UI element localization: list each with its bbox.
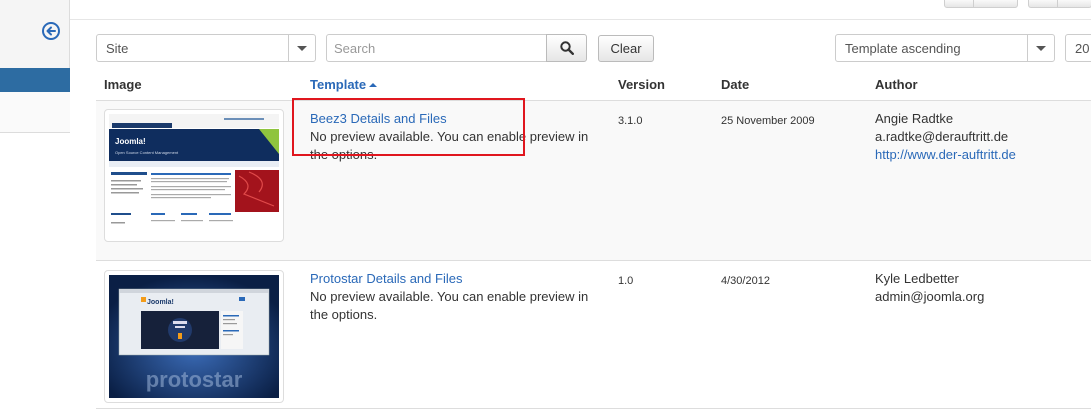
column-header-version[interactable]: Version	[618, 77, 665, 92]
author-email: admin@joomla.org	[875, 289, 985, 304]
column-header-date[interactable]: Date	[721, 77, 749, 92]
caret-up-icon	[369, 82, 378, 87]
sidebar-item[interactable]	[0, 92, 70, 132]
sidebar	[0, 0, 70, 133]
author-email: a.radtke@derauftritt.de	[875, 129, 1009, 144]
chevron-down-icon	[288, 35, 315, 61]
chevron-down-icon	[1027, 35, 1054, 61]
divider	[70, 19, 1091, 20]
author-url-link[interactable]: http://www.der-auftritt.de	[875, 146, 1016, 164]
clear-button[interactable]: Clear	[598, 35, 654, 62]
site-select-value: Site	[106, 41, 129, 56]
template-name-link[interactable]: Beez3 Details and Files	[310, 110, 447, 128]
template-version: 3.1.0	[618, 115, 643, 127]
column-header-template-label: Template	[310, 77, 367, 92]
thumb-brand: Joomla!	[147, 299, 174, 306]
preview-note-line1: No preview available. You can enable pre…	[310, 129, 589, 144]
thumb-brand: Joomla!	[115, 137, 146, 146]
template-name-link[interactable]: Protostar Details and Files	[310, 270, 462, 288]
preview-note-line2: the options.	[310, 147, 378, 162]
template-date: 4/30/2012	[721, 275, 770, 287]
sidebar-toggle-icon[interactable]	[42, 22, 60, 40]
preview-note-line1: No preview available. You can enable pre…	[310, 289, 589, 304]
limit-select-value: 20	[1075, 41, 1090, 56]
site-select[interactable]: Site	[96, 34, 316, 62]
toolbar-button[interactable]	[1028, 0, 1091, 8]
column-header-template[interactable]: Template	[310, 77, 378, 92]
sidebar-item-active[interactable]	[0, 68, 70, 92]
template-thumbnail[interactable]: Joomla! protostar	[104, 270, 284, 403]
toolbar-remnant	[944, 0, 1091, 9]
preview-note-line2: the options.	[310, 307, 378, 322]
search-input[interactable]	[326, 34, 547, 62]
limit-select[interactable]: 20	[1065, 34, 1091, 62]
template-version: 1.0	[618, 275, 634, 287]
column-header-author[interactable]: Author	[875, 77, 918, 92]
template-thumbnail[interactable]: Joomla! Open Source Content Management	[104, 109, 284, 242]
author-name: Angie Radtke	[875, 111, 954, 126]
thumb-tagline: Open Source Content Management	[115, 150, 179, 155]
ordering-select[interactable]: Template ascending	[835, 34, 1055, 62]
template-date: 25 November 2009	[721, 115, 815, 127]
ordering-select-value: Template ascending	[845, 41, 961, 56]
toolbar-button[interactable]	[944, 0, 1018, 8]
search-icon	[559, 41, 574, 55]
search-button[interactable]	[546, 34, 587, 62]
column-header-image: Image	[104, 77, 142, 92]
author-name: Kyle Ledbetter	[875, 271, 959, 286]
thumb-word: protostar	[146, 367, 243, 392]
